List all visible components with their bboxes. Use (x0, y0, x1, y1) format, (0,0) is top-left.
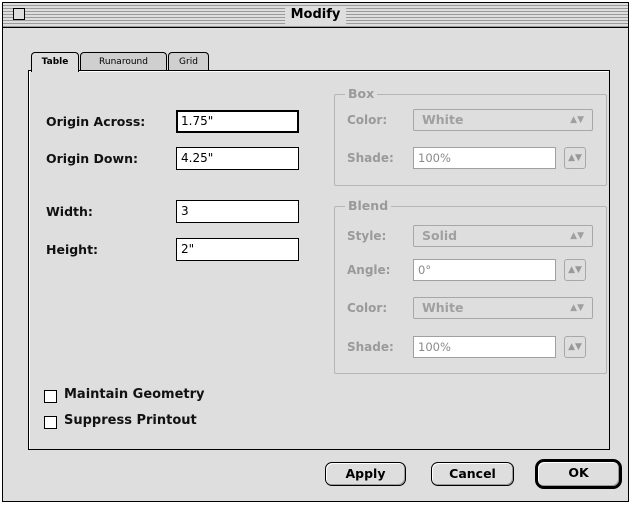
width-input[interactable]: 3 (176, 200, 299, 223)
blend-color-label: Color: (347, 301, 388, 315)
suppress-printout-label[interactable]: Suppress Printout (64, 413, 197, 428)
title-bar[interactable]: Modify (3, 3, 628, 28)
height-label: Height: (46, 242, 99, 257)
ok-button[interactable]: OK (535, 459, 622, 489)
origin-down-label: Origin Down: (46, 151, 138, 166)
origin-across-label: Origin Across: (46, 114, 146, 129)
popup-arrows-icon: ▲▼ (570, 231, 584, 241)
maintain-geometry-label[interactable]: Maintain Geometry (64, 387, 205, 402)
box-shade-label: Shade: (347, 151, 394, 165)
tab-grid[interactable]: Grid (168, 52, 209, 71)
blend-legend: Blend (345, 198, 392, 213)
blend-style-popup[interactable]: Solid ▲▼ (413, 225, 593, 247)
tab-table[interactable]: Table (31, 52, 79, 72)
blend-angle-input[interactable]: 0° (413, 259, 556, 281)
tab-runaround[interactable]: Runaround (80, 52, 167, 71)
stepper-arrows-icon: ▲▼ (568, 265, 582, 275)
box-group: Box (334, 86, 607, 186)
stepper-arrows-icon: ▲▼ (568, 153, 582, 163)
close-box[interactable] (13, 8, 25, 20)
box-shade-stepper[interactable]: ▲▼ (564, 147, 586, 169)
blend-shade-stepper[interactable]: ▲▼ (564, 336, 586, 358)
blend-shade-input[interactable]: 100% (413, 336, 556, 358)
stepper-arrows-icon: ▲▼ (568, 342, 582, 352)
origin-across-input[interactable]: 1.75" (176, 110, 299, 133)
blend-shade-label: Shade: (347, 340, 394, 354)
blend-color-popup[interactable]: White ▲▼ (413, 297, 593, 319)
box-color-label: Color: (347, 113, 388, 127)
box-legend: Box (345, 86, 378, 101)
popup-arrows-icon: ▲▼ (570, 303, 584, 313)
blend-style-label: Style: (347, 229, 387, 243)
apply-button[interactable]: Apply (325, 462, 406, 486)
blend-color-value: White (422, 300, 464, 315)
blend-angle-stepper[interactable]: ▲▼ (564, 259, 586, 281)
maintain-geometry-checkbox[interactable] (44, 390, 57, 403)
origin-down-input[interactable]: 4.25" (176, 147, 299, 170)
popup-arrows-icon: ▲▼ (570, 115, 584, 125)
height-input[interactable]: 2" (176, 238, 299, 261)
cancel-button[interactable]: Cancel (431, 462, 514, 486)
box-color-value: White (422, 112, 464, 127)
suppress-printout-checkbox[interactable] (44, 416, 57, 429)
box-color-popup[interactable]: White ▲▼ (413, 109, 593, 131)
width-label: Width: (46, 204, 93, 219)
box-shade-input[interactable]: 100% (413, 147, 556, 169)
window-title: Modify (284, 6, 347, 24)
blend-angle-label: Angle: (347, 263, 391, 277)
blend-style-value: Solid (422, 228, 458, 243)
